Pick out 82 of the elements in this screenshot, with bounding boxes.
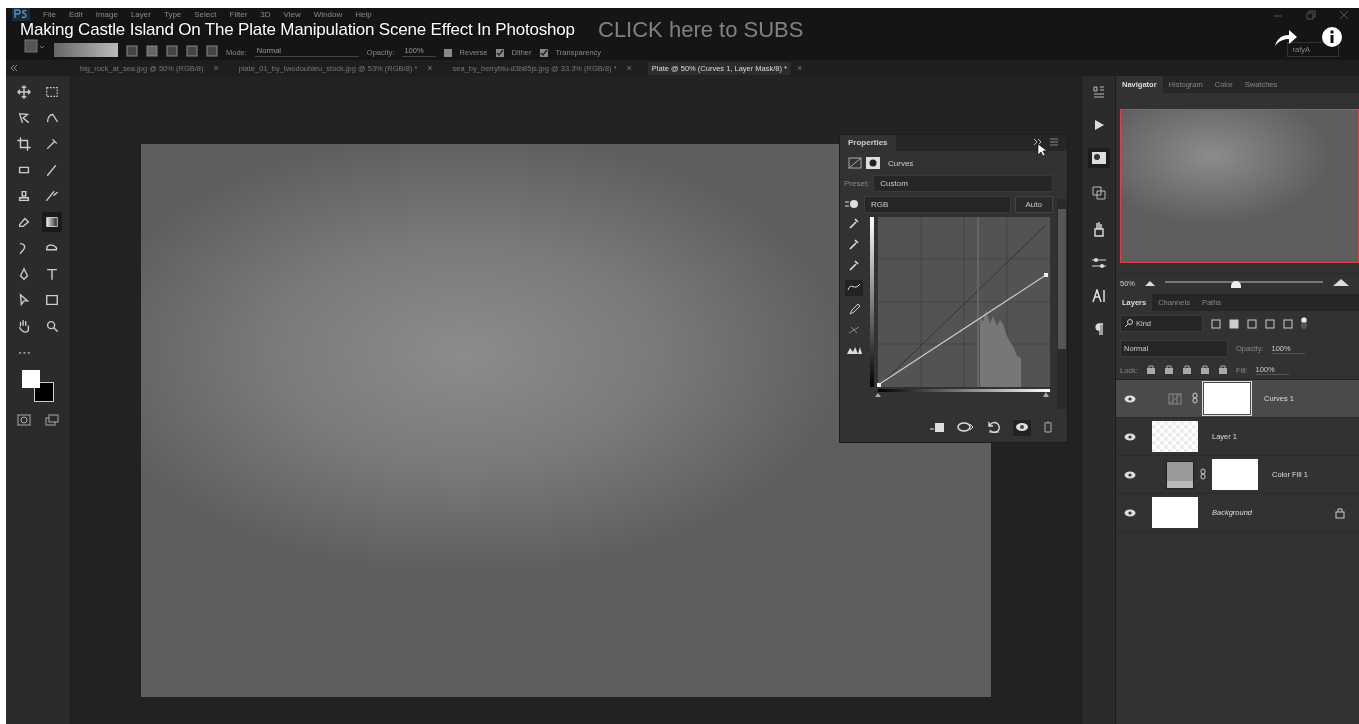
lock-icon[interactable] [1163, 365, 1174, 375]
lock-icon[interactable] [1145, 365, 1156, 375]
menu-item[interactable]: Type [163, 10, 182, 19]
app-logo-icon[interactable] [12, 8, 30, 23]
view-previous-icon[interactable] [957, 421, 975, 435]
cursor-icon [1037, 143, 1047, 159]
shadow-slider-handle[interactable] [875, 393, 881, 397]
gradient-type-icon[interactable] [126, 45, 138, 57]
curves-adjustment-icon[interactable] [848, 157, 862, 169]
lock-icon[interactable] [1217, 365, 1228, 375]
eyedropper-icon[interactable] [848, 217, 860, 231]
menu-item[interactable]: Help [355, 10, 372, 19]
visibility-icon[interactable] [1124, 508, 1138, 517]
visibility-icon[interactable] [1124, 432, 1138, 441]
lock-icon[interactable] [1181, 365, 1192, 375]
menu-item[interactable]: 3D [260, 10, 271, 19]
tab-close-button[interactable]: × [213, 63, 219, 73]
layer-thumbnail[interactable] [1152, 497, 1198, 528]
visibility-icon[interactable] [1124, 470, 1138, 479]
checkbox[interactable] [495, 49, 504, 57]
adjustment-name: Curves [888, 158, 914, 168]
tab-close-button[interactable]: × [427, 63, 433, 73]
checkbox[interactable] [443, 49, 452, 57]
menu-item[interactable]: Image [95, 10, 118, 19]
checkbox[interactable] [539, 49, 548, 57]
clip-to-layer-icon[interactable] [929, 421, 945, 435]
menu-item[interactable]: File [43, 10, 56, 19]
curve-tool-icon[interactable] [845, 280, 863, 296]
tool-icon[interactable] [14, 134, 34, 154]
gradient-type-icon[interactable] [146, 45, 158, 57]
properties-icon[interactable] [1087, 148, 1110, 168]
gradient-type-icon[interactable] [186, 45, 198, 57]
search-icon [1124, 319, 1133, 328]
delete-icon[interactable] [1043, 421, 1053, 435]
preset-label: Preset: [844, 179, 870, 188]
tab-close-button[interactable]: × [797, 63, 803, 73]
filter-toggle-icon[interactable] [1301, 316, 1307, 331]
tool-icon[interactable] [14, 82, 34, 102]
filter-icon[interactable] [1211, 318, 1221, 329]
layer-thumbnail[interactable] [1152, 421, 1198, 452]
color-swatches-drawing[interactable] [20, 370, 56, 402]
auto-button[interactable]: Auto [1014, 196, 1053, 213]
gradient-type-icon[interactable] [166, 45, 178, 57]
menu-item[interactable]: Filter [229, 10, 248, 19]
menu-item[interactable]: Select [194, 10, 217, 19]
zoom-out-icon[interactable] [1145, 278, 1155, 288]
reset-icon[interactable] [987, 421, 1001, 435]
mask-thumbnail[interactable] [1212, 459, 1258, 490]
eyedropper-icon[interactable] [848, 238, 860, 252]
menu-item[interactable]: Window [313, 10, 343, 19]
overlay-text: CLICK here to SUBS [598, 18, 804, 42]
eyedropper-icon[interactable] [848, 259, 860, 273]
close-icon[interactable] [1339, 9, 1349, 20]
mask-icon[interactable] [866, 157, 880, 169]
menu-item[interactable]: Layer [130, 10, 151, 19]
zoom-in-icon[interactable] [1333, 278, 1349, 288]
tool-icon[interactable] [42, 212, 62, 232]
visibility-icon[interactable] [1124, 394, 1138, 403]
lock-icon[interactable] [1199, 365, 1210, 375]
visibility-icon[interactable] [1013, 420, 1031, 436]
gradient-swatch[interactable] [54, 43, 118, 57]
curves-adjustment-icon [1168, 392, 1182, 405]
pencil-icon[interactable] [848, 303, 860, 317]
panel-tab[interactable]: Properties [840, 135, 896, 151]
color-fill-thumbnail[interactable] [1166, 460, 1194, 489]
menu-item[interactable]: Edit [68, 10, 83, 19]
menu-item[interactable]: View [283, 10, 301, 19]
mask-thumbnail[interactable] [1204, 383, 1250, 414]
tab-close-button[interactable]: × [626, 63, 632, 73]
video-title: Making Castle Island On The Plate Manipulation Scene Effect In Photoshop [20, 21, 575, 39]
filter-icon[interactable] [1283, 318, 1293, 329]
link-icon[interactable] [1192, 391, 1198, 406]
slider-thumb[interactable] [1231, 281, 1242, 288]
channel-dropdown[interactable]: RGB [864, 196, 1011, 213]
filter-icon[interactable] [1229, 318, 1239, 329]
clipping-warning-icon[interactable] [846, 345, 862, 357]
filter-icon[interactable] [1265, 318, 1275, 329]
scrollbar[interactable] [1057, 199, 1067, 409]
filter-icon[interactable] [1247, 318, 1257, 329]
preset-dropdown[interactable]: Custom [873, 175, 1053, 192]
link-icon[interactable] [1200, 467, 1206, 482]
gradient-type-icon[interactable] [206, 45, 218, 57]
